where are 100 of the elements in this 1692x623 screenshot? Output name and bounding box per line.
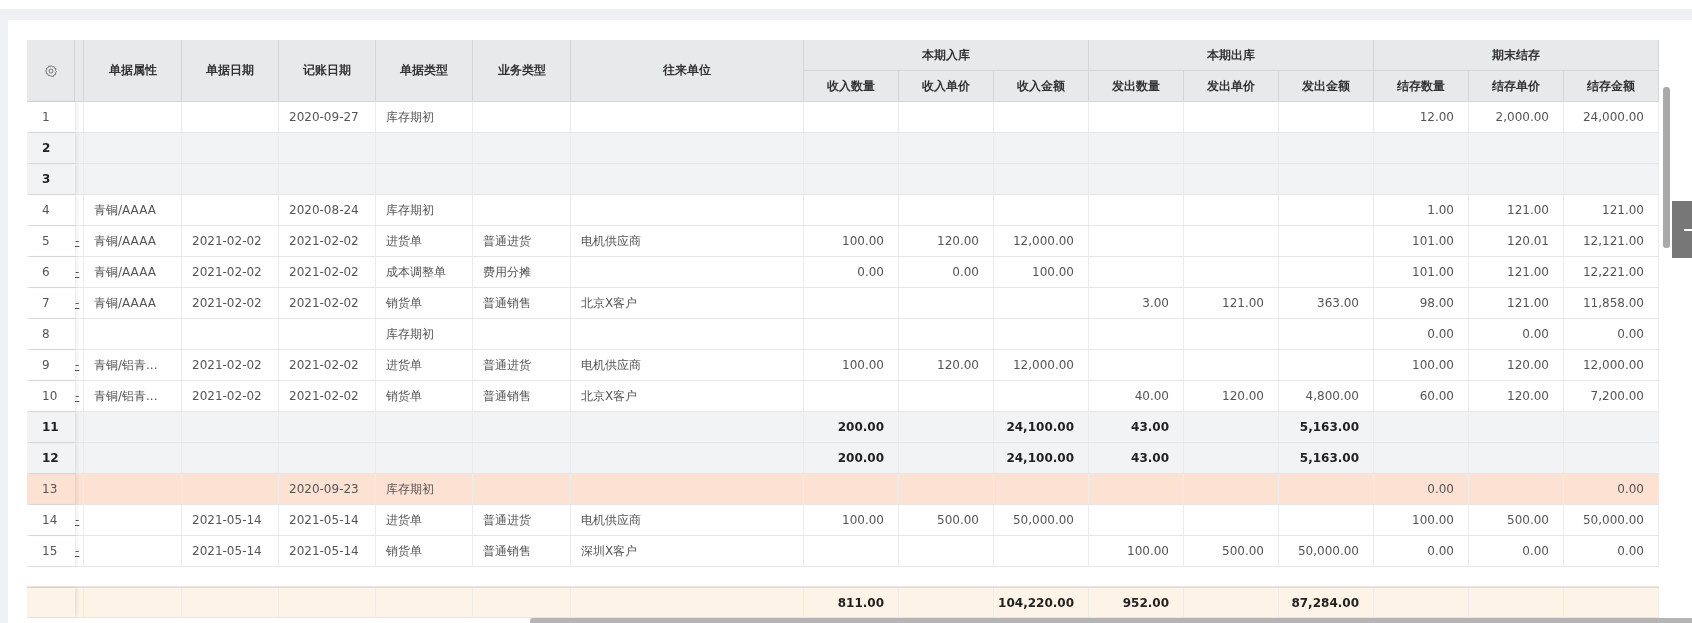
row-number: 15: [27, 536, 75, 566]
table-cell: 50,000.00: [1564, 505, 1659, 535]
table-cell: 电机供应商: [571, 505, 804, 535]
table-cell: 121.00: [1469, 195, 1564, 225]
table-cell: 青铜/AAAA: [84, 226, 182, 256]
table-cell: 2021-02-02: [182, 226, 279, 256]
document-link[interactable]: -: [75, 389, 80, 403]
table-cell: 0.00: [899, 257, 994, 287]
table-cell: 普通销售: [473, 288, 571, 318]
table-cell: 87,284.00: [1279, 588, 1374, 617]
table-row[interactable]: 9 - 青铜/铝青... 2021-02-02 2021-02-02 进货单 普通进货 电机供应商 100.00 120.00 12,000.00 100.00 120.00 12,000.00: [27, 350, 1659, 381]
row-number: 6: [27, 257, 75, 287]
row-number: 5: [27, 226, 75, 256]
document-link[interactable]: -: [75, 544, 80, 558]
horizontal-scrollbar[interactable]: [530, 618, 1692, 623]
table-row[interactable]: 7 - 青铜/AAAA 2021-02-02 2021-02-02 销货单 普通销售 北京X客户 3.00 121.00 363.00 98.00 121.00 11,858.00: [27, 288, 1659, 319]
table-cell: 121.00: [1469, 257, 1564, 287]
table-cell: 库存期初: [376, 474, 473, 504]
table-cell: 100.00: [804, 505, 899, 535]
table-cell: 青铜/AAAA: [84, 257, 182, 287]
column-group-header: 期末结存: [1374, 40, 1659, 71]
row-number: 2: [27, 133, 75, 163]
table-cell: 普通销售: [473, 381, 571, 411]
table-row[interactable]: 3: [27, 164, 1659, 195]
vertical-scrollbar[interactable]: [1663, 87, 1670, 248]
table-cell: 费用分摊: [473, 257, 571, 287]
table-cell: 100.00: [804, 226, 899, 256]
table-cell: 2021-02-02: [279, 226, 376, 256]
side-panel-handle[interactable]: [1672, 201, 1692, 258]
table-cell: 2020-09-27: [279, 102, 376, 132]
document-link[interactable]: -: [75, 513, 80, 527]
table-cell: 2021-02-02: [182, 381, 279, 411]
table-cell: 952.00: [1089, 588, 1184, 617]
table-cell: 11,858.00: [1564, 288, 1659, 318]
table-cell: 100.00: [994, 257, 1089, 287]
table-cell: 120.00: [899, 226, 994, 256]
table-cell: 销货单: [376, 381, 473, 411]
table-cell: 青铜/AAAA: [84, 288, 182, 318]
table-row[interactable]: 15 - 2021-05-14 2021-05-14 销货单 普通销售 深圳X客户 100.00 500.00 50,000.00 0.00 0.00 0.00: [27, 536, 1659, 567]
table-cell: 2021-02-02: [279, 350, 376, 380]
table-cell: 811.00: [804, 588, 899, 617]
table-cell: 0.00: [1564, 536, 1659, 566]
document-link[interactable]: -: [75, 358, 80, 372]
table-cell: 500.00: [1469, 505, 1564, 535]
table-cell: 1.00: [1374, 195, 1469, 225]
row-number: 9: [27, 350, 75, 380]
table-cell: 0.00: [804, 257, 899, 287]
row-number: 10: [27, 381, 75, 411]
table-cell: 销货单: [376, 288, 473, 318]
table-row[interactable]: 11 200.00 24,100.00 43.00 5,163.00: [27, 412, 1659, 443]
table-row[interactable]: 14 - 2021-05-14 2021-05-14 进货单 普通进货 电机供应商 100.00 500.00 50,000.00 100.00 500.00 50,000.00: [27, 505, 1659, 536]
table-cell: 43.00: [1089, 443, 1184, 473]
table-row[interactable]: 8 库存期初 0.00 0.00 0.00: [27, 319, 1659, 350]
table-row[interactable]: 6 - 青铜/AAAA 2021-02-02 2021-02-02 成本调整单 费用分摊 0.00 0.00 100.00 101.00 121.00 12,221.00: [27, 257, 1659, 288]
table-cell: 2021-05-14: [279, 505, 376, 535]
table-cell: 2021-02-02: [182, 350, 279, 380]
table-cell: 0.00: [1374, 319, 1469, 349]
table-row[interactable]: 12 200.00 24,100.00 43.00 5,163.00: [27, 443, 1659, 474]
table-cell: 101.00: [1374, 226, 1469, 256]
table-row[interactable]: 4 青铜/AAAA 2020-08-24 库存期初 1.00 121.00 121.00: [27, 195, 1659, 226]
table-cell: 进货单: [376, 505, 473, 535]
table-cell: 24,100.00: [994, 412, 1089, 442]
table-cell: 0.00: [1564, 474, 1659, 504]
document-link[interactable]: -: [75, 296, 80, 310]
table-cell: 12,121.00: [1564, 226, 1659, 256]
row-number: 13: [27, 474, 75, 504]
table-row[interactable]: 1 2020-09-27 库存期初 12.00 2,000.00 24,000.00: [27, 102, 1659, 133]
row-number: 11: [27, 412, 75, 442]
table-cell: 库存期初: [376, 102, 473, 132]
minus-icon: [1684, 228, 1692, 231]
document-link[interactable]: -: [75, 234, 80, 248]
table-cell: 成本调整单: [376, 257, 473, 287]
table-cell: 121.00: [1469, 288, 1564, 318]
table-cell: 12,221.00: [1564, 257, 1659, 287]
document-link[interactable]: -: [75, 265, 80, 279]
table-cell: 0.00: [1564, 319, 1659, 349]
column-group-header: 本期入库: [804, 40, 1089, 71]
column-group-header: 本期出库: [1089, 40, 1374, 71]
row-number: 8: [27, 319, 75, 349]
table-row[interactable]: 10 - 青铜/铝青... 2021-02-02 2021-02-02 销货单 普通销售 北京X客户 40.00 120.00 4,800.00 60.00 120.00 7,200.00: [27, 381, 1659, 412]
table-row[interactable]: 2: [27, 133, 1659, 164]
row-number: 4: [27, 195, 75, 225]
table-cell: 2021-02-02: [182, 288, 279, 318]
table-cell: 普通进货: [473, 226, 571, 256]
table-row[interactable]: 5 - 青铜/AAAA 2021-02-02 2021-02-02 进货单 普通进货 电机供应商 100.00 120.00 12,000.00 101.00 120.01 12,121.00: [27, 226, 1659, 257]
table-cell: 12.00: [1374, 102, 1469, 132]
table-cell: 库存期初: [376, 319, 473, 349]
table-row[interactable]: 13 2020-09-23 库存期初 0.00 0.00: [27, 474, 1659, 505]
table-cell: 2,000.00: [1469, 102, 1564, 132]
table-cell: 12,000.00: [994, 350, 1089, 380]
table-cell: 120.00: [899, 350, 994, 380]
table-cell: 500.00: [899, 505, 994, 535]
table-cell: 120.01: [1469, 226, 1564, 256]
table-cell: 库存期初: [376, 195, 473, 225]
table-cell: 青铜/铝青...: [84, 350, 182, 380]
table-cell: 40.00: [1089, 381, 1184, 411]
table-cell: 43.00: [1089, 412, 1184, 442]
table-cell: 500.00: [1184, 536, 1279, 566]
table-cell: 104,220.00: [994, 588, 1089, 617]
table-cell: 深圳X客户: [571, 536, 804, 566]
